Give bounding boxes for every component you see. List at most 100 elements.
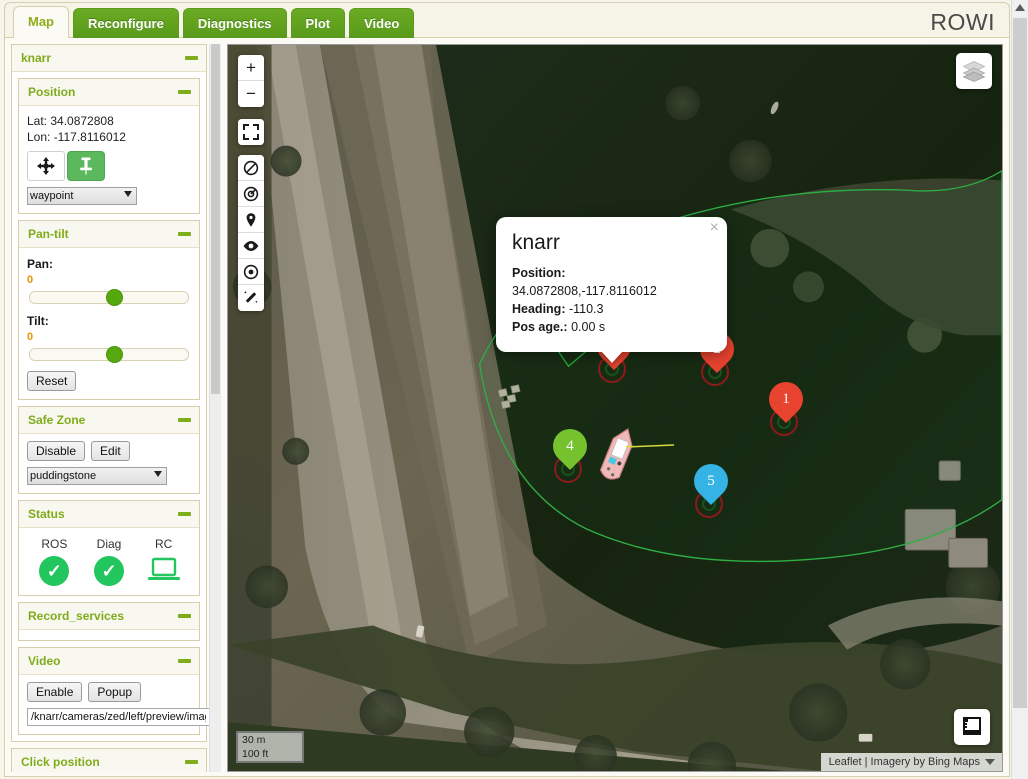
map-marker-5[interactable]: 5 xyxy=(686,456,736,518)
ban-icon-button[interactable] xyxy=(238,155,264,181)
panel-body-safe-zone: Disable Edit puddingstone xyxy=(19,434,199,493)
marker-label: 1 xyxy=(782,390,790,407)
map-popup-knarr: × knarr Position: 34.0872808,-117.811601… xyxy=(496,217,727,363)
panel-header-video[interactable]: Video xyxy=(19,648,199,675)
check-circle-icon: ✓ xyxy=(94,556,124,586)
page-scrollbar-thumb[interactable] xyxy=(1013,18,1027,708)
fullscreen-icon xyxy=(243,124,259,140)
tab-plot[interactable]: Plot xyxy=(290,8,346,39)
magic-wand-icon xyxy=(244,291,258,303)
tab-video[interactable]: Video xyxy=(349,8,415,39)
zoom-out-button[interactable]: − xyxy=(238,81,264,107)
minus-icon[interactable] xyxy=(185,56,198,60)
status-grid: ROS ✓ Diag ✓ RC xyxy=(27,535,191,587)
map-attribution[interactable]: Leaflet | Imagery by Bing Maps xyxy=(820,753,1002,771)
tilt-slider-handle[interactable] xyxy=(105,346,123,363)
sidebar-scrollbar[interactable] xyxy=(209,44,221,772)
panel-header-status[interactable]: Status xyxy=(19,501,199,528)
sidebar-scroll-content: knarr Position Lat: 34.0872808 Lon: -117… xyxy=(11,44,210,772)
status-item-rc: RC xyxy=(136,537,191,587)
popup-posage-label: Pos age. xyxy=(512,320,564,334)
scroll-up-arrow-icon[interactable] xyxy=(1015,4,1025,11)
tab-diagnostics[interactable]: Diagnostics xyxy=(182,8,287,39)
tilt-value: 0 xyxy=(27,331,34,343)
enable-button[interactable]: Enable xyxy=(27,682,83,702)
tab-map[interactable]: Map xyxy=(13,6,69,39)
minus-icon[interactable] xyxy=(178,614,191,618)
pan-slider-handle[interactable] xyxy=(105,289,123,306)
sidebar-scrollbar-thumb[interactable] xyxy=(211,44,220,394)
panel-body-position: Lat: 34.0872808 Lon: -117.8116012 waypoi… xyxy=(19,106,199,213)
map-container[interactable]: + − 1 4 5 × knarr Position: 34.0872808,-… xyxy=(227,44,1003,772)
app-brand-title: ROWI xyxy=(930,9,995,35)
panel-header-pantilt[interactable]: Pan-tilt xyxy=(19,221,199,248)
video-button-row: Enable Popup xyxy=(27,682,191,702)
panel-safe-zone: Safe Zone Disable Edit puddingstone xyxy=(18,406,200,494)
zoom-in-button[interactable]: + xyxy=(238,55,264,81)
fullscreen-button[interactable] xyxy=(238,119,264,145)
longitude-readout: Lon: -117.8116012 xyxy=(27,130,126,144)
video-topic-input[interactable] xyxy=(27,708,210,726)
safe-zone-overlay xyxy=(478,169,1002,563)
minus-icon[interactable] xyxy=(178,90,191,94)
minus-icon[interactable] xyxy=(178,512,191,516)
map-pin-icon xyxy=(246,212,256,227)
pan-slider[interactable] xyxy=(29,289,189,306)
circle-dot-icon xyxy=(243,264,259,279)
popup-position-row: Position: 34.0872808,-117.8116012 xyxy=(512,266,657,298)
edit-button[interactable]: Edit xyxy=(91,441,130,461)
minus-icon[interactable] xyxy=(178,232,191,236)
reset-button[interactable]: Reset xyxy=(27,371,77,391)
panel-knarr: knarr Position Lat: 34.0872808 Lon: -117… xyxy=(11,44,210,742)
safe-zone-select[interactable]: puddingstone xyxy=(27,467,167,485)
tab-reconfigure[interactable]: Reconfigure xyxy=(73,8,179,39)
eye-icon xyxy=(243,240,259,251)
target-icon-button[interactable] xyxy=(238,181,264,207)
layers-control-button[interactable] xyxy=(956,53,992,89)
map-pin-icon-button[interactable] xyxy=(238,207,264,233)
minus-icon[interactable] xyxy=(185,760,198,764)
marker-label: 5 xyxy=(707,472,715,489)
panel-body-pantilt: Pan: 0 Tilt: 0 Reset xyxy=(19,248,199,399)
magic-wand-icon-button[interactable] xyxy=(238,285,264,311)
panel-video: Video Enable Popup xyxy=(18,647,210,735)
laptop-icon xyxy=(147,556,181,587)
panel-header-click-position[interactable]: Click position xyxy=(12,749,206,772)
map-marker-4[interactable]: 4 xyxy=(545,421,595,483)
map-marker-1[interactable]: 1 xyxy=(761,374,811,436)
measure-control-button[interactable] xyxy=(954,709,990,745)
set-waypoint-button[interactable] xyxy=(67,151,105,181)
map-pin-icon: 4 xyxy=(545,421,595,471)
panel-header-knarr[interactable]: knarr xyxy=(12,45,206,72)
safe-zone-select-wrap: puddingstone xyxy=(27,467,167,485)
panel-title-knarr: knarr xyxy=(21,51,52,65)
tilt-slider[interactable] xyxy=(29,346,189,363)
status-label-rc: RC xyxy=(155,537,173,551)
popup-button[interactable]: Popup xyxy=(88,682,142,702)
chevron-down-icon[interactable] xyxy=(985,759,995,765)
tilt-label: Tilt: xyxy=(27,314,49,328)
position-mode-select[interactable]: waypoint xyxy=(27,187,137,205)
panel-body-status: ROS ✓ Diag ✓ RC xyxy=(19,528,199,595)
eye-icon-button[interactable] xyxy=(238,233,264,259)
close-icon[interactable]: × xyxy=(710,220,719,236)
panel-title-record-services: Record_services xyxy=(28,609,125,623)
scale-control: 30 m 100 ft xyxy=(236,731,304,763)
attribution-text: Leaflet | Imagery by Bing Maps xyxy=(828,756,980,768)
panel-header-safe-zone[interactable]: Safe Zone xyxy=(19,407,199,434)
panel-title-status: Status xyxy=(28,507,65,521)
move-button[interactable] xyxy=(27,151,65,181)
minus-icon[interactable] xyxy=(178,418,191,422)
panel-body-video: Enable Popup xyxy=(19,675,210,734)
pan-label: Pan: xyxy=(27,257,54,271)
circle-dot-icon-button[interactable] xyxy=(238,259,264,285)
sidebar: knarr Position Lat: 34.0872808 Lon: -117… xyxy=(11,44,221,772)
panel-header-position[interactable]: Position xyxy=(19,79,199,106)
position-mode-select-wrap: waypoint xyxy=(27,187,137,205)
disable-button[interactable]: Disable xyxy=(27,441,86,461)
minus-icon[interactable] xyxy=(178,659,191,663)
application-root: Map Reconfigure Diagnostics Plot Video ROWI … xyxy=(0,0,1028,779)
panel-header-record-services[interactable]: Record_services xyxy=(19,603,199,630)
status-label-diag: Diag xyxy=(96,537,122,551)
page-scrollbar[interactable] xyxy=(1011,0,1028,779)
